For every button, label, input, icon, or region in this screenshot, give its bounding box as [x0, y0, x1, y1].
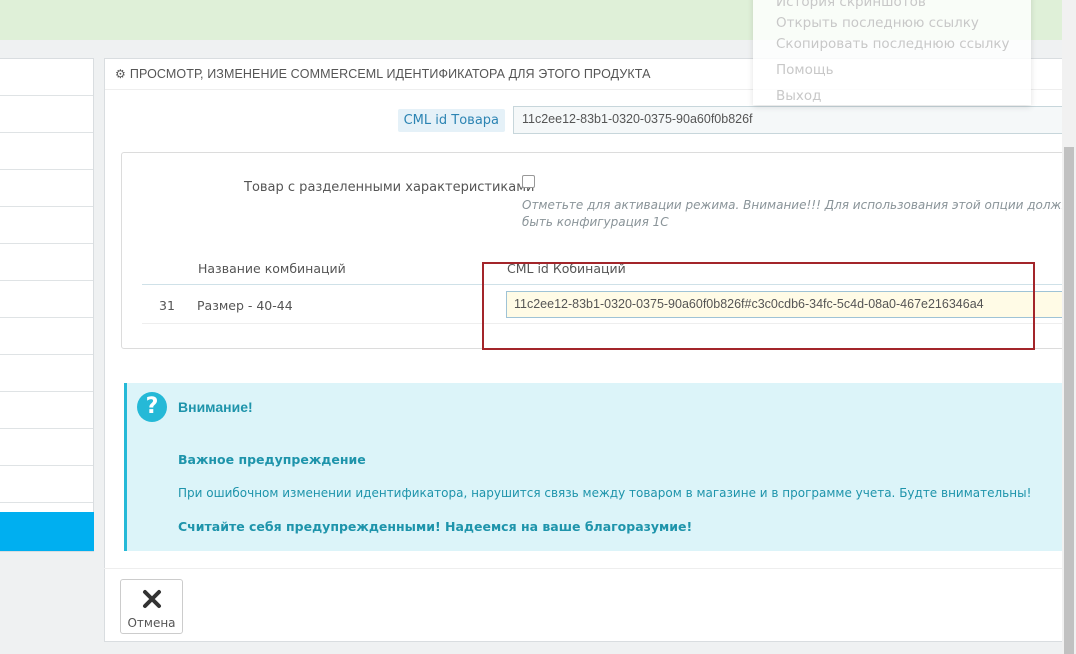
- context-menu-item[interactable]: Скопировать последнюю ссылку: [776, 36, 1010, 52]
- sidebar-tab[interactable]: [0, 207, 93, 244]
- split-characteristics-help: Отметьте для активации режима. Внимание!…: [522, 198, 1076, 229]
- sidebar-tab-active[interactable]: [0, 512, 94, 551]
- close-icon: [142, 590, 161, 608]
- context-menu: История скриншотов Открыть последнюю ссы…: [753, 0, 1031, 105]
- sidebar-tab[interactable]: [0, 170, 93, 207]
- warning-alert: ? Внимание! Важное предупреждение При ош…: [124, 383, 1062, 551]
- product-cml-label: CML id Товара: [397, 109, 505, 132]
- split-characteristics-checkbox[interactable]: [522, 175, 535, 188]
- question-icon: ?: [137, 392, 167, 422]
- alert-text: При ошибочном изменении идентификатора, …: [178, 486, 1032, 500]
- sidebar-tab[interactable]: [0, 244, 93, 281]
- context-menu-item[interactable]: История скриншотов: [776, 0, 926, 10]
- panel-title: ПРОСМОТР, ИЗМЕНЕНИЕ COMMERCEML ИДЕНТИФИК…: [129, 67, 651, 81]
- sidebar-tab[interactable]: [0, 355, 93, 392]
- sidebar-tab[interactable]: [0, 133, 93, 170]
- annotation-highlight: [482, 262, 1035, 350]
- sidebar-tab[interactable]: [0, 318, 93, 355]
- cancel-button[interactable]: Отмена: [120, 579, 183, 634]
- combination-id: 31: [159, 298, 175, 313]
- sidebar-tab[interactable]: [0, 59, 93, 96]
- context-menu-item[interactable]: Выход: [776, 88, 822, 104]
- sidebar-tab[interactable]: [0, 429, 93, 466]
- alert-footer: Считайте себя предупрежденными! Надеемся…: [178, 519, 693, 534]
- panel-footer-divider: [104, 568, 1062, 569]
- sidebar-tab[interactable]: [0, 466, 93, 503]
- sidebar-tab[interactable]: [0, 281, 93, 318]
- cancel-button-label: Отмена: [127, 616, 176, 630]
- split-characteristics-label: Товар с разделенными характеристиками: [244, 180, 535, 195]
- alert-subtitle: Важное предупреждение: [178, 452, 366, 467]
- alert-title: Внимание!: [178, 399, 253, 415]
- context-menu-item[interactable]: Помощь: [776, 62, 834, 78]
- page-scrollbar-thumb[interactable]: [1064, 147, 1074, 654]
- product-cml-input[interactable]: 11c2ee12-83b1-0320-0375-90a60f0b826f: [513, 106, 1073, 134]
- cogs-icon: ⚙: [115, 67, 126, 81]
- commerceml-panel: ⚙ ПРОСМОТР, ИЗМЕНЕНИЕ COMMERCEML ИДЕНТИФ…: [104, 58, 1076, 642]
- product-cml-row: CML id Товара 11c2ee12-83b1-0320-0375-90…: [105, 106, 1073, 136]
- context-menu-item[interactable]: Открыть последнюю ссылку: [776, 15, 979, 31]
- sidebar-tabs: [0, 58, 94, 552]
- sidebar-tab[interactable]: [0, 392, 93, 429]
- sidebar-tab[interactable]: [0, 96, 93, 133]
- combination-name: Размер - 40-44: [197, 298, 293, 313]
- column-header-name: Название комбинаций: [198, 261, 346, 276]
